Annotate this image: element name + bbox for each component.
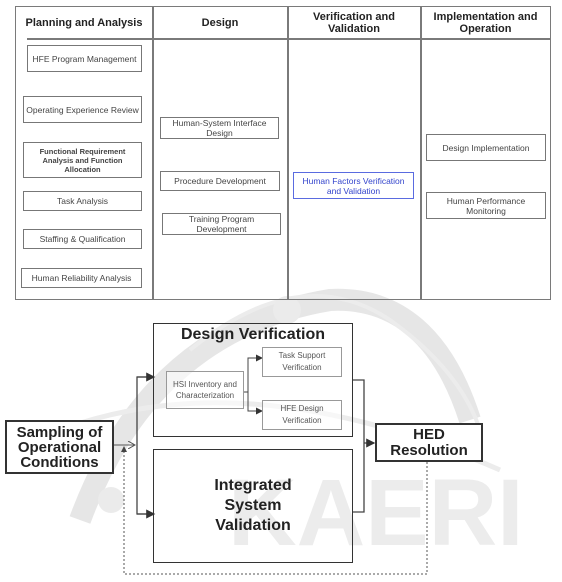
- sampling-operational-conditions-box: Sampling of Operational Conditions: [5, 420, 114, 474]
- hsi-inventory-box: HSI Inventory and Characterization: [166, 371, 244, 409]
- isv-box: Integrated System Validation: [153, 449, 353, 563]
- feedback-arrowhead: [121, 446, 127, 452]
- branch-bracket: [136, 376, 153, 515]
- hfe-design-verification-box: HFE Design Verification: [262, 400, 342, 430]
- isv-label: Integrated System Validation: [214, 477, 292, 534]
- merge-bracket: [352, 379, 365, 513]
- task-support-verification-box: Task Support Verification: [262, 347, 342, 377]
- design-verification-title: Design Verification: [180, 326, 326, 343]
- hed-resolution-box: HED Resolution: [375, 423, 483, 462]
